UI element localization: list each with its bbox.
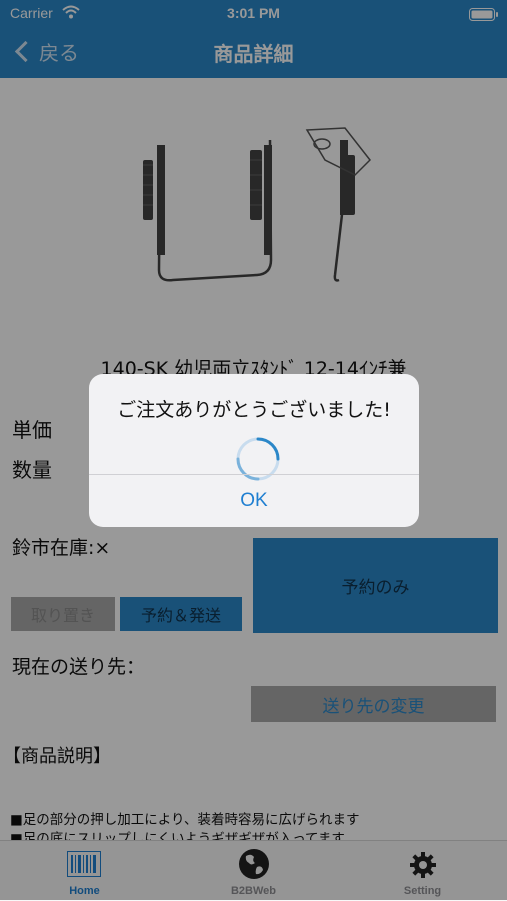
alert-dialog: ご注文ありがとうございました! OK <box>89 374 419 527</box>
alert-message: ご注文ありがとうございました! <box>117 399 391 421</box>
alert-ok-label: OK <box>240 490 268 511</box>
alert-ok-button[interactable]: OK <box>89 475 419 527</box>
